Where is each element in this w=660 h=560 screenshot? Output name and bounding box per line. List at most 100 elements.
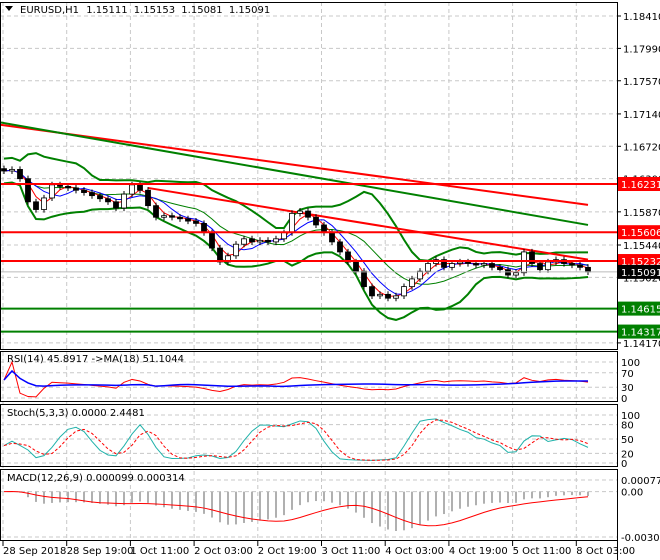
macd-tick-label: 0.000775 [621, 476, 660, 487]
candle-body [241, 238, 247, 245]
macd-label: MACD(12,26,9) 0.000099 0.000314 [7, 473, 185, 484]
candle-body [57, 184, 63, 187]
candle-body [81, 189, 87, 193]
close-value: 1.15091 [229, 5, 270, 16]
candle-body [337, 241, 343, 253]
candle-body [33, 201, 39, 210]
candle-body [585, 266, 591, 273]
candle-body [161, 215, 167, 218]
candle-body [1, 168, 7, 172]
price-tick-label: 1.17570 [623, 77, 660, 88]
candle-body [185, 218, 191, 222]
candle-body [281, 232, 287, 240]
rsi-tick-label: 0 [621, 394, 627, 405]
last-price-label: 1.15091 [621, 268, 660, 279]
candle-body [265, 239, 271, 243]
candle-body [249, 238, 255, 243]
collapse-triangle-icon[interactable] [5, 6, 13, 11]
stoch-tick-label: 0 [621, 459, 627, 470]
time-tick-label: 3 Oct 11:00 [322, 546, 381, 557]
candle-body [177, 216, 183, 220]
candle-body [89, 192, 95, 197]
price-tick-label: 1.18410 [623, 12, 660, 23]
stoch-label: Stoch(5,3,3) 0.0000 2.4481 [7, 408, 145, 419]
macd-tick-label: 0.00 [621, 488, 643, 499]
candle-body [97, 195, 103, 200]
candle-body [473, 263, 479, 266]
candle-body [121, 193, 127, 209]
candle-body [49, 184, 55, 199]
level-price-label: 1.15606 [621, 228, 660, 239]
symbol: EURUSD,H1 [20, 5, 79, 16]
candle-body [305, 210, 311, 218]
rsi-line [3, 360, 589, 398]
rsi-ma-line [3, 369, 589, 388]
time-tick-label: 4 Oct 19:00 [449, 546, 508, 557]
candle-body [137, 184, 143, 191]
rsi-tick-label: 70 [621, 369, 634, 380]
time-tick-label: 28 Sep 2018 [3, 546, 66, 557]
candle-body [361, 270, 367, 288]
candle-body [465, 261, 471, 264]
chart-header: EURUSD,H1 1.15111 1.15153 1.15081 1.1509… [20, 5, 270, 16]
candle-body [17, 169, 23, 180]
time-tick-label: 2 Oct 03:00 [194, 546, 253, 557]
price-tick-label: 1.15870 [623, 208, 660, 219]
candle-body [153, 205, 159, 218]
candle-body [513, 272, 519, 276]
candle-body [289, 212, 295, 234]
candle-body [25, 178, 31, 203]
macd-tick-label: -0.00302 [621, 533, 660, 544]
rsi-tick-label: 100 [621, 358, 640, 369]
candle-body [409, 278, 415, 288]
low-value: 1.15081 [181, 5, 222, 16]
candle-body [9, 169, 15, 172]
candle-body [73, 187, 79, 191]
candle-body [297, 210, 303, 214]
chart-canvas[interactable]: 28 Sep 2018 28 Sep 19:001 Oct 11:00 2 Oct … [0, 0, 660, 560]
price-tick-label: 1.15440 [623, 241, 660, 252]
candle-body [577, 264, 583, 268]
price-tick-label: 1.17990 [623, 44, 660, 55]
candle-body [569, 263, 575, 266]
candle-body [217, 247, 223, 263]
candle-body [313, 216, 319, 226]
candle-body [481, 263, 487, 266]
level-price-label: 1.14317 [621, 328, 660, 339]
candle-body [425, 263, 431, 272]
high-value: 1.15153 [134, 5, 175, 16]
stoch-tick-label: 50 [621, 435, 634, 446]
candle-body [393, 295, 399, 299]
candle-body [65, 185, 71, 189]
candle-body [521, 251, 527, 274]
chart-window[interactable]: 28 Sep 2018 28 Sep 19:00 1 Oct 11:00 2 Oct … [0, 0, 660, 560]
candle-body [545, 261, 551, 271]
candle-body [105, 198, 111, 203]
price-tick-label: 1.16720 [623, 142, 660, 153]
trendline [0, 123, 589, 206]
time-tick-label: 5 Oct 11:00 [513, 546, 572, 557]
rsi-label: RSI(14) 45.8917 ->MA(18) 51.1044 [7, 354, 184, 365]
price-tick-label: 1.14170 [623, 339, 660, 350]
price-tick-label: 1.17140 [623, 110, 660, 121]
candle-body [193, 220, 199, 224]
rsi-tick-label: 30 [621, 383, 634, 394]
candle-body [145, 189, 151, 207]
candle-body [273, 238, 279, 243]
candle-body [457, 261, 463, 264]
stoch-d-line [3, 419, 589, 461]
candle-body [489, 263, 495, 268]
candle-body [401, 286, 407, 297]
candle-body [449, 263, 455, 268]
candle-body [129, 184, 135, 195]
candle-body [113, 201, 119, 209]
candle-body [233, 243, 239, 257]
candle-body [497, 266, 503, 271]
candle-body [385, 293, 391, 299]
candle-body [257, 239, 263, 243]
candle-body [537, 263, 543, 271]
time-tick-label: 8 Oct 03:00 [576, 546, 635, 557]
candle-body [353, 261, 359, 272]
time-tick-label: 28 Sep 19:00 [67, 546, 134, 557]
candle-body [377, 293, 383, 297]
